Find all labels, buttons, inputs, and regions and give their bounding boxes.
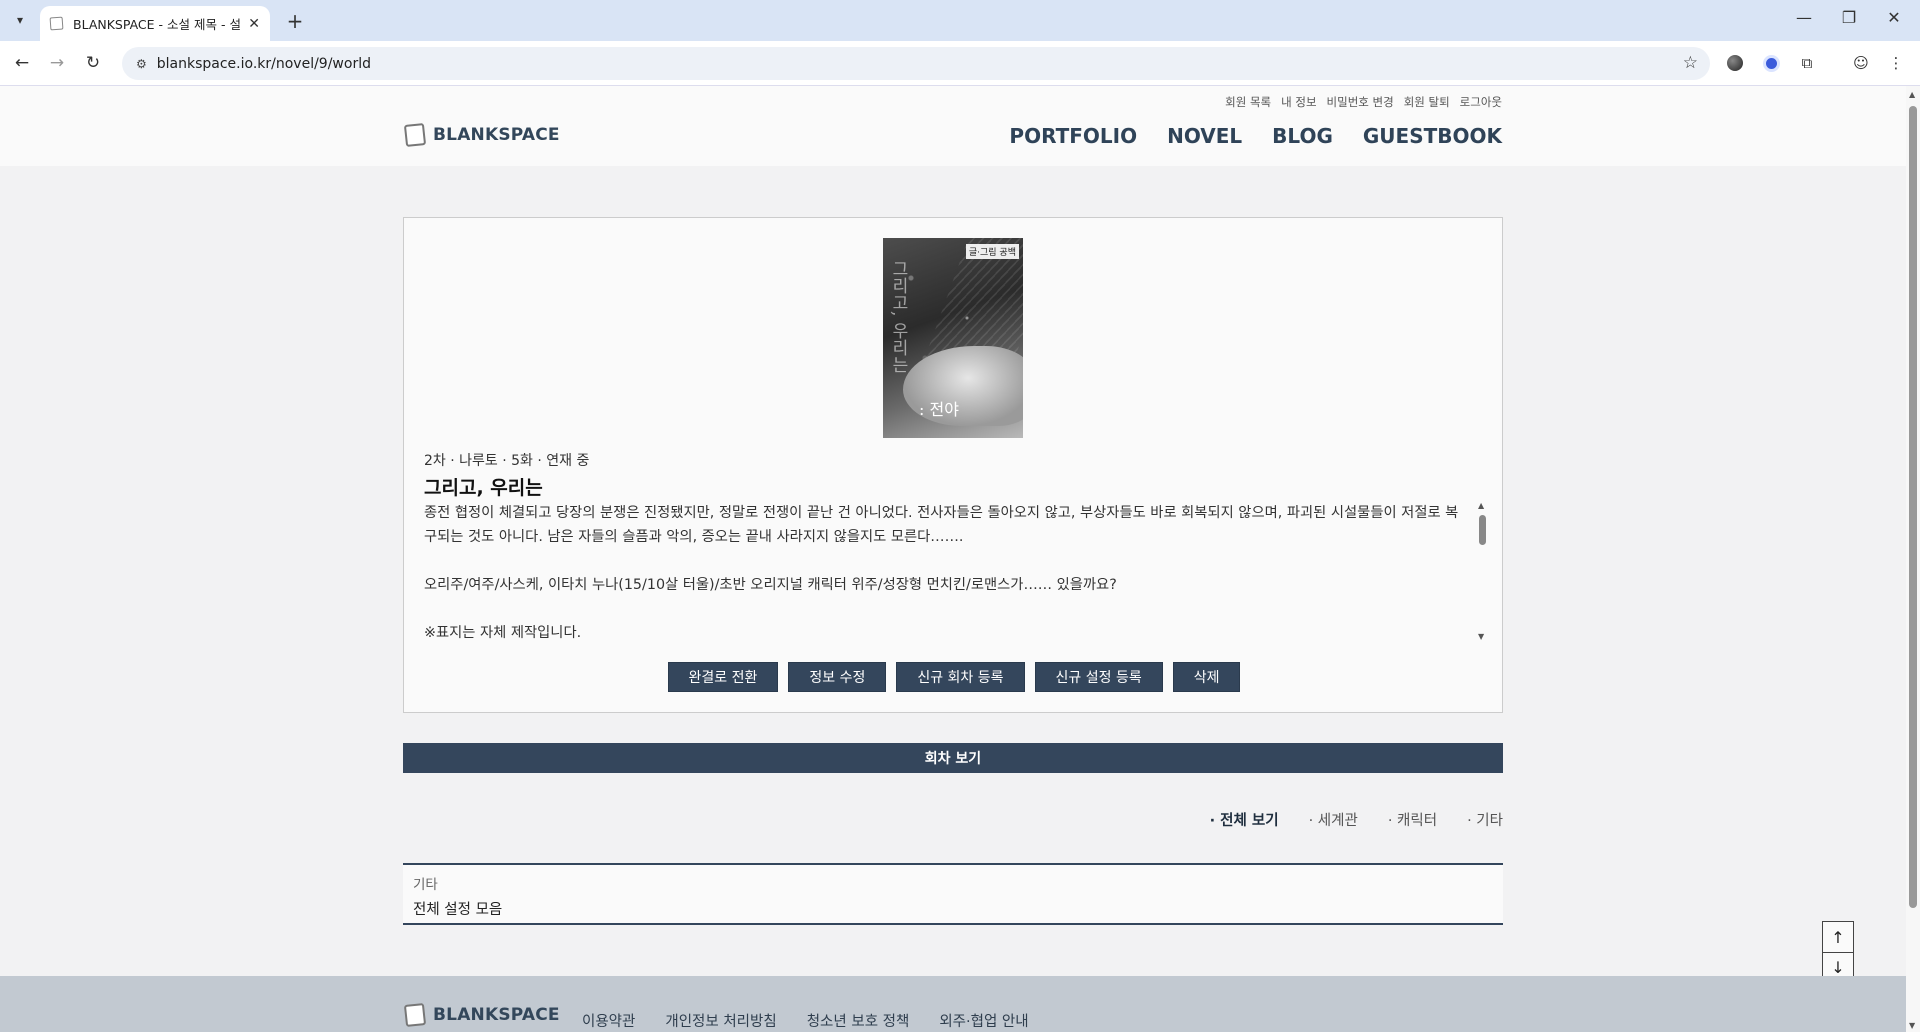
extension-blue-icon[interactable]	[1761, 53, 1781, 73]
scroll-up-arrow-icon[interactable]: ▲	[1478, 501, 1484, 510]
site-footer: BLANKSPACE 이용약관 개인정보 처리방침 청소년 보호 정책 외주·협…	[0, 976, 1906, 1032]
tab-favicon-icon	[49, 16, 64, 31]
setting-filters: · 전체 보기 · 세계관 · 캐릭터 · 기타	[1210, 809, 1503, 830]
footer-logo[interactable]: BLANKSPACE	[403, 1003, 560, 1027]
util-link-withdraw[interactable]: 회원 탈퇴	[1404, 94, 1450, 110]
arrow-up-icon[interactable]: ↑	[1823, 922, 1853, 952]
footer-link-youth[interactable]: 청소년 보호 정책	[807, 1010, 910, 1031]
main-nav: PORTFOLIO NOVEL BLOG GUESTBOOK	[1009, 124, 1502, 148]
logo-text: BLANKSPACE	[433, 125, 560, 145]
extension-dark-icon[interactable]	[1725, 53, 1745, 73]
novel-title: 그리고, 우리는	[424, 477, 543, 499]
browser-tab-bar: ▾ BLANKSPACE - 소설 제목 - 설 ✕ + — ❐ ✕	[0, 0, 1920, 41]
tab-close-icon[interactable]: ✕	[248, 16, 260, 32]
browser-menu-icon[interactable]: ⋮	[1886, 53, 1906, 73]
novel-cover-image: 그리고, 우리는 : 전야 글·그림 공백	[883, 238, 1023, 438]
address-bar[interactable]: ⚙ blankspace.io.kr/novel/9/world ☆	[122, 47, 1710, 80]
util-link-logout[interactable]: 로그아웃	[1460, 94, 1502, 110]
footer-link-privacy[interactable]: 개인정보 처리방침	[665, 1010, 776, 1031]
nav-novel[interactable]: NOVEL	[1167, 124, 1242, 148]
forward-icon[interactable]: →	[45, 51, 69, 75]
complete-button[interactable]: 완결로 전환	[667, 662, 779, 692]
novel-action-buttons: 완결로 전환 정보 수정 신규 회차 등록 신규 설정 등록 삭제	[404, 662, 1504, 692]
url-text[interactable]: blankspace.io.kr/novel/9/world	[157, 56, 371, 72]
page-content: 회원 목록 내 정보 비밀번호 변경 회원 탈퇴 로그아웃 BLANKSPACE…	[0, 86, 1906, 1032]
utility-links: 회원 목록 내 정보 비밀번호 변경 회원 탈퇴 로그아웃	[1225, 94, 1502, 110]
util-link-change-password[interactable]: 비밀번호 변경	[1327, 94, 1394, 110]
page-scroll-thumb[interactable]	[1909, 106, 1917, 908]
filter-world[interactable]: · 세계관	[1309, 809, 1358, 830]
novel-meta: 2차 · 나루토 · 5화 · 연재 중	[424, 453, 590, 469]
footer-logo-square-icon	[403, 1003, 427, 1027]
setting-name[interactable]: 전체 설정 모음	[413, 898, 1493, 919]
back-icon[interactable]: ←	[10, 51, 34, 75]
site-logo[interactable]: BLANKSPACE	[403, 123, 560, 147]
extensions-puzzle-icon[interactable]: ⧉	[1797, 53, 1817, 73]
list-item[interactable]: 기타 전체 설정 모음	[403, 863, 1503, 925]
page-scroll-up-icon[interactable]: ▲	[1909, 90, 1915, 99]
nav-blog[interactable]: BLOG	[1272, 124, 1333, 148]
novel-info-panel: 그리고, 우리는 : 전야 글·그림 공백 2차 · 나루토 · 5화 · 연재…	[403, 217, 1503, 713]
description-scrollbar[interactable]: ▲ ▼	[1476, 501, 1488, 641]
scroll-down-arrow-icon[interactable]: ▼	[1478, 632, 1484, 641]
restore-icon[interactable]: ❐	[1829, 8, 1869, 27]
novel-description-box[interactable]: 종전 협정이 체결되고 당장의 분쟁은 진정됐지만, 정말로 전쟁이 끝난 건 …	[424, 501, 1494, 641]
bookmark-star-icon[interactable]: ☆	[1683, 53, 1698, 73]
new-setting-button[interactable]: 신규 설정 등록	[1034, 662, 1163, 692]
tab-search-chevron-icon[interactable]: ▾	[8, 8, 32, 32]
site-info-icon[interactable]: ⚙	[136, 57, 147, 71]
scroll-thumb[interactable]	[1479, 515, 1486, 545]
footer-link-terms[interactable]: 이용약관	[582, 1010, 635, 1031]
new-tab-icon[interactable]: +	[282, 8, 308, 34]
episodes-view-bar[interactable]: 회차 보기	[403, 743, 1503, 773]
edit-info-button[interactable]: 정보 수정	[788, 662, 887, 692]
floating-scroll-buttons: ↑ ↓	[1822, 921, 1854, 983]
delete-button[interactable]: 삭제	[1172, 662, 1241, 692]
nav-portfolio[interactable]: PORTFOLIO	[1009, 124, 1137, 148]
window-close-icon[interactable]: ✕	[1874, 8, 1914, 27]
filter-all[interactable]: · 전체 보기	[1210, 809, 1279, 830]
filter-character[interactable]: · 캐릭터	[1388, 809, 1437, 830]
reload-icon[interactable]: ↻	[81, 51, 105, 75]
cover-badge: 글·그림 공백	[965, 244, 1019, 259]
cover-vertical-title: 그리고, 우리는	[888, 260, 908, 373]
cover-subtitle: : 전야	[919, 400, 959, 419]
page-scrollbar[interactable]: ▲ ▼	[1906, 86, 1920, 1032]
nav-guestbook[interactable]: GUESTBOOK	[1363, 124, 1502, 148]
site-header: 회원 목록 내 정보 비밀번호 변경 회원 탈퇴 로그아웃 BLANKSPACE…	[0, 86, 1906, 166]
browser-tab[interactable]: BLANKSPACE - 소설 제목 - 설 ✕	[40, 6, 270, 41]
setting-category: 기타	[413, 877, 438, 893]
footer-logo-text: BLANKSPACE	[433, 1005, 560, 1025]
footer-link-collab[interactable]: 외주·협업 안내	[939, 1010, 1028, 1031]
minimize-icon[interactable]: —	[1784, 8, 1824, 27]
util-link-my-info[interactable]: 내 정보	[1281, 94, 1316, 110]
new-episode-button[interactable]: 신규 회차 등록	[896, 662, 1025, 692]
novel-description: 종전 협정이 체결되고 당장의 분쟁은 진정됐지만, 정말로 전쟁이 끝난 건 …	[424, 505, 1459, 641]
browser-toolbar: ← → ↻ ⚙ blankspace.io.kr/novel/9/world ☆…	[0, 41, 1920, 86]
profile-icon[interactable]: ☺	[1851, 53, 1871, 73]
footer-links: 이용약관 개인정보 처리방침 청소년 보호 정책 외주·협업 안내	[582, 1010, 1029, 1031]
tab-title: BLANKSPACE - 소설 제목 - 설	[73, 17, 241, 32]
util-link-members[interactable]: 회원 목록	[1225, 94, 1271, 110]
logo-square-icon	[403, 123, 427, 147]
filter-etc[interactable]: · 기타	[1467, 809, 1503, 830]
page-scroll-down-icon[interactable]: ▼	[1909, 1021, 1915, 1030]
